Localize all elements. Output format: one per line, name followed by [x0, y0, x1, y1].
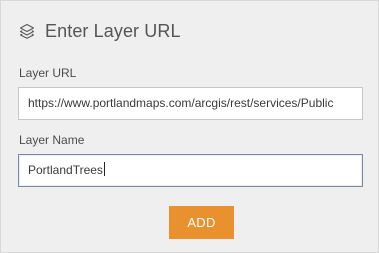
layer-name-input[interactable]: PortlandTrees [18, 154, 363, 187]
text-caret [103, 162, 105, 176]
panel-header: Enter Layer URL [19, 19, 181, 43]
panel-title: Enter Layer URL [45, 20, 181, 41]
add-layer-panel: Enter Layer URL Layer URL https://www.po… [0, 0, 379, 253]
layer-name-value: PortlandTrees [28, 163, 103, 177]
layer-url-label: Layer URL [19, 66, 77, 80]
layers-icon [19, 23, 35, 39]
layer-url-value: https://www.portlandmaps.com/arcgis/rest… [28, 96, 334, 110]
layer-name-label: Layer Name [19, 133, 85, 147]
layer-url-input[interactable]: https://www.portlandmaps.com/arcgis/rest… [18, 87, 363, 120]
add-button[interactable]: ADD [169, 206, 234, 239]
